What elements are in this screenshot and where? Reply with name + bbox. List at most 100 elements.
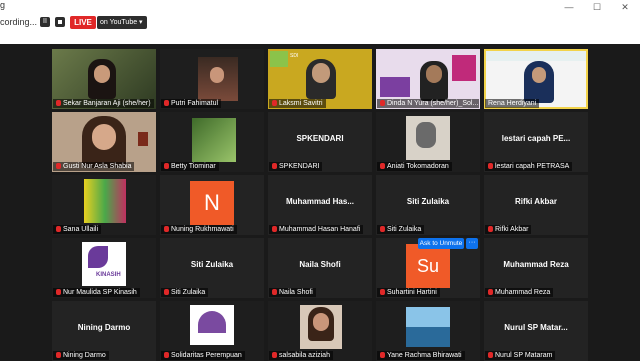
participant-tile[interactable]: Nining Darmo Nining Darmo	[52, 301, 156, 361]
live-badge: LIVE	[70, 16, 96, 29]
mic-off-icon	[380, 289, 385, 296]
minimize-button[interactable]: —	[560, 0, 578, 14]
participant-tile[interactable]: Putri Fahimatul	[160, 49, 264, 109]
badge-text: SDI	[290, 53, 299, 59]
participant-tile[interactable]: Sekar Banjaran Aji (she/her)	[52, 49, 156, 109]
top-bar: g — ☐ ✕ cording... II LIVE on YouTube ▾	[0, 0, 640, 44]
participant-display-name: Siti Zulaika	[190, 260, 234, 269]
face	[210, 67, 224, 83]
participant-name: Yane Rachma Bhirawati	[377, 351, 465, 360]
participant-tile[interactable]: salsabila aziziah	[268, 301, 372, 361]
participant-tile[interactable]: Aniati Tokomadoran	[376, 112, 480, 172]
participant-tile[interactable]: lestari capah PE... lestari capah PETRAS…	[484, 112, 588, 172]
mic-off-icon	[164, 100, 169, 107]
mic-off-icon	[488, 226, 493, 233]
window-title-fragment: g	[0, 0, 6, 10]
participant-tile[interactable]: Rifki Akbar Rifki Akbar	[484, 175, 588, 235]
person-silhouette	[416, 122, 436, 148]
participant-tile[interactable]: SDI Laksmi Savitri	[268, 49, 372, 109]
mic-off-icon	[56, 163, 61, 170]
participant-tile[interactable]: Nurul SP Matar... Nurul SP Mataram	[484, 301, 588, 361]
mic-off-icon	[272, 163, 277, 170]
participant-name: Laksmi Savitri	[269, 99, 326, 108]
avatar: Su	[406, 244, 450, 288]
mic-off-icon	[488, 352, 493, 359]
participant-display-name: Naila Shofi	[299, 260, 341, 269]
face	[426, 65, 442, 83]
participant-display-name: Nining Darmo	[77, 323, 131, 332]
mic-off-icon	[164, 289, 169, 296]
profile-illustration	[84, 179, 126, 223]
face	[312, 63, 330, 83]
participant-tile[interactable]: Betty Tiominar	[160, 112, 264, 172]
participant-tile[interactable]: Sana Ullaili	[52, 175, 156, 235]
participant-display-name: Siti Zulaika	[406, 197, 450, 206]
participant-tile[interactable]: Gusti Nur Asla Shabia	[52, 112, 156, 172]
recording-status: cording...	[0, 17, 38, 27]
mic-off-icon	[56, 226, 61, 233]
participant-name: Sekar Banjaran Aji (she/her)	[53, 99, 154, 108]
participant-display-name: Muhammad Reza	[503, 260, 569, 269]
face	[313, 313, 329, 331]
participant-tile[interactable]: Yane Rachma Bhirawati	[376, 301, 480, 361]
mic-off-icon	[380, 352, 385, 359]
mic-off-icon	[272, 289, 277, 296]
participant-name: Muhammad Hasan Hanafi	[269, 225, 364, 234]
profile-photo-nature	[192, 118, 236, 162]
mic-off-icon	[56, 289, 61, 296]
participant-tile[interactable]: Solidaritas Perempuan	[160, 301, 264, 361]
participant-display-name: Nurul SP Matar...	[504, 323, 568, 332]
participant-tile[interactable]: Dinda N Yura (she/her)_Sol...	[376, 49, 480, 109]
participant-display-name: Rifki Akbar	[515, 197, 557, 206]
participant-name: Nur Maulida SP Kinasih	[53, 288, 140, 297]
ask-to-unmute-button[interactable]: Ask to Unmute	[418, 238, 464, 249]
participant-name: SPKENDARI	[269, 162, 323, 171]
participant-tile[interactable]: SPKENDARI SPKENDARI	[268, 112, 372, 172]
participant-name: Suhartini Hartini	[377, 288, 440, 297]
participant-name: Nuning Rukhmawati	[161, 225, 237, 234]
pause-recording-button[interactable]: II	[40, 17, 50, 27]
participant-tile[interactable]: KINASIH Nur Maulida SP Kinasih	[52, 238, 156, 298]
participant-name: lestari capah PETRASA	[485, 162, 573, 171]
participant-name: Dinda N Yura (she/her)_Sol...	[377, 99, 479, 108]
logo-mark	[198, 311, 226, 333]
slide-header	[486, 51, 586, 61]
close-button[interactable]: ✕	[616, 0, 634, 14]
mic-off-icon	[380, 100, 385, 107]
mic-off-icon	[56, 352, 61, 359]
logo-mark	[88, 246, 108, 268]
logo-text: KINASIH	[96, 272, 121, 278]
participant-tile[interactable]: Muhammad Has... Muhammad Hasan Hanafi	[268, 175, 372, 235]
participant-tile[interactable]: N Nuning Rukhmawati	[160, 175, 264, 235]
participant-name: Siti Zulaika	[377, 225, 425, 234]
participant-tile[interactable]: Muhammad Reza Muhammad Reza	[484, 238, 588, 298]
mic-off-icon	[56, 100, 61, 107]
mic-off-icon	[164, 163, 169, 170]
face	[94, 65, 110, 83]
participant-name: Nurul SP Mataram	[485, 351, 556, 360]
participant-name: Nining Darmo	[53, 351, 109, 360]
participant-name: Naila Shofi	[269, 288, 316, 297]
participant-tile[interactable]: Siti Zulaika Siti Zulaika	[160, 238, 264, 298]
stream-target-dropdown[interactable]: on YouTube ▾	[97, 16, 147, 29]
participant-display-name: lestari capah PE...	[501, 134, 571, 143]
participant-tile[interactable]: Naila Shofi Naila Shofi	[268, 238, 372, 298]
mic-off-icon	[380, 163, 385, 170]
participant-tile-active-speaker[interactable]: Rena Herdiyani	[484, 49, 588, 109]
stop-recording-button[interactable]	[55, 17, 65, 27]
more-options-button[interactable]: ···	[466, 238, 478, 249]
participant-name: Sana Ullaili	[53, 225, 102, 234]
participant-name: Solidaritas Perempuan	[161, 351, 245, 360]
poster	[452, 55, 476, 81]
face	[532, 67, 546, 83]
participant-display-name: SPKENDARI	[296, 134, 344, 143]
participant-tile[interactable]: Siti Zulaika Siti Zulaika	[376, 175, 480, 235]
maximize-button[interactable]: ☐	[588, 0, 606, 14]
profile-photo-sea	[406, 307, 450, 347]
mic-off-icon	[380, 226, 385, 233]
participant-name: salsabila aziziah	[269, 351, 333, 360]
participant-name: Muhammad Reza	[485, 288, 554, 297]
participant-name: Aniati Tokomadoran	[377, 162, 452, 171]
face	[92, 124, 116, 150]
participant-name: Putri Fahimatul	[161, 99, 222, 108]
